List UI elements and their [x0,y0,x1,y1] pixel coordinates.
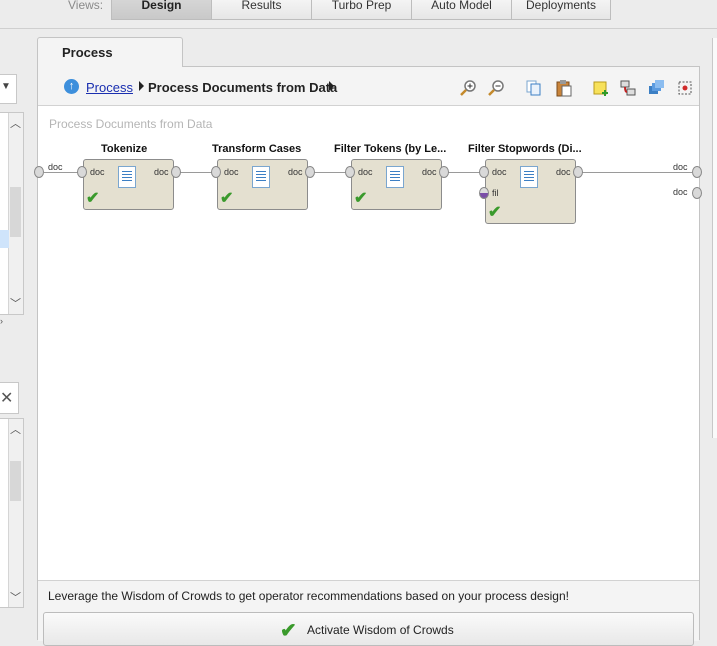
port-label: doc [422,167,437,177]
tab-process[interactable]: Process [37,37,183,67]
arrange-icon[interactable] [647,79,665,97]
port-label: doc [224,167,239,177]
port-label: doc [90,167,105,177]
tab-turbo-prep[interactable]: Turbo Prep [311,0,412,20]
wire [582,172,692,173]
port-label: fil [492,188,499,198]
breadcrumb-root-link[interactable]: Process [86,80,133,95]
wire [314,172,348,173]
left-operators-panel: ︿ ﹀ [0,418,24,608]
left-scrollbar[interactable]: ︿ ﹀ [8,113,23,314]
auto-wire-icon[interactable] [619,79,637,97]
checkmark-icon: ✔ [488,204,502,221]
operator-title: Filter Tokens (by Le... [334,143,447,155]
copy-icon[interactable] [525,79,543,97]
operator-title: Tokenize [101,143,148,155]
port-label: doc [492,167,507,177]
operator-input-port[interactable] [77,166,87,178]
operator-output-port[interactable] [171,166,181,178]
process-input-port[interactable] [34,166,44,178]
arrow-up-icon[interactable]: ↑ [64,79,79,94]
selected-tree-item[interactable] [0,230,9,248]
wire [44,172,80,173]
port-label: doc [556,167,571,177]
clear-search-button[interactable]: ✕ [0,382,19,414]
process-output-port-label: doc [673,162,688,172]
chevron-down-icon: ▼ [1,81,11,92]
operator-input-port[interactable] [345,166,355,178]
wire [180,172,214,173]
tab-auto-model[interactable]: Auto Model [411,0,512,20]
right-panel-edge [712,38,717,438]
document-icon [252,166,270,188]
scroll-up-icon[interactable]: ︿ [10,115,21,131]
close-icon: ✕ [0,390,14,407]
port-label: doc [288,167,303,177]
scroll-up-icon[interactable]: ︿ [10,421,21,437]
breadcrumb-current: Process Documents from Data [148,80,338,95]
port-label: doc [154,167,169,177]
port-label: doc [358,167,373,177]
operator-title: Filter Stopwords (Di... [468,143,582,155]
checkmark-icon: ✔ [280,620,297,642]
wisdom-message: Leverage the Wisdom of Crowds to get ope… [48,589,569,603]
canvas-title: Process Documents from Data [49,117,213,131]
operator-output-port[interactable] [439,166,449,178]
fit-icon[interactable] [676,79,694,97]
tab-results[interactable]: Results [211,0,312,20]
chevron-right-icon: › [0,316,3,326]
wire [448,172,482,173]
operator-input-port[interactable] [479,166,489,178]
add-note-icon[interactable] [592,79,610,97]
process-output-port[interactable] [692,187,702,199]
document-icon [520,166,538,188]
checkmark-icon: ✔ [220,190,234,207]
left-repository-panel: ︿ ﹀ [0,112,24,315]
document-icon [118,166,136,188]
checkmark-icon: ✔ [354,190,368,207]
breadcrumb-separator-icon [139,81,144,91]
left-scrollbar-2[interactable]: ︿ ﹀ [8,419,23,607]
views-label: Views: [68,0,104,12]
operator-input-port[interactable] [211,166,221,178]
zoom-out-icon[interactable] [487,79,505,97]
operator-title: Transform Cases [212,143,302,155]
activate-wisdom-label: Activate Wisdom of Crowds [307,623,454,637]
scroll-down-icon[interactable]: ﹀ [10,295,21,311]
tab-deployments[interactable]: Deployments [511,0,611,20]
process-output-port[interactable] [692,166,702,178]
scroll-down-icon[interactable]: ﹀ [10,589,21,605]
scroll-thumb[interactable] [10,187,21,237]
operator-output-port[interactable] [573,166,583,178]
paste-icon[interactable] [555,79,573,97]
left-dropdown[interactable]: ▼ [0,74,17,104]
breadcrumb-separator-icon[interactable] [329,81,334,91]
process-output-port-label: doc [673,187,688,197]
tab-design[interactable]: Design [111,0,212,20]
operator-file-port[interactable] [479,187,489,199]
checkmark-icon: ✔ [86,190,100,207]
operator-output-port[interactable] [305,166,315,178]
process-input-port-label: doc [48,162,63,172]
document-icon [386,166,404,188]
scroll-thumb[interactable] [10,461,21,501]
zoom-in-icon[interactable] [459,79,477,97]
